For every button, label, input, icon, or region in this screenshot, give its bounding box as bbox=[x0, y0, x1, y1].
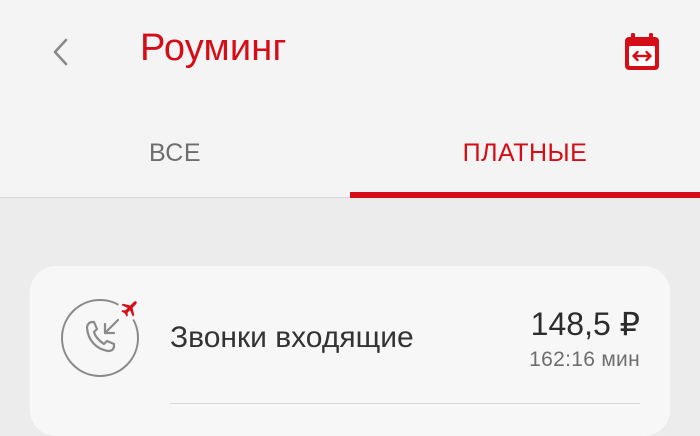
back-button[interactable] bbox=[38, 28, 82, 76]
card-divider bbox=[170, 403, 640, 404]
app-header: Роуминг bbox=[0, 0, 700, 108]
calendar-icon bbox=[625, 33, 659, 70]
service-amount: 148,5 ₽ bbox=[530, 306, 640, 342]
tab-paid[interactable]: ПЛАТНЫЕ bbox=[350, 108, 700, 197]
calendar-button[interactable] bbox=[620, 30, 664, 74]
active-tab-indicator bbox=[350, 192, 700, 198]
tab-all[interactable]: ВСЕ bbox=[0, 108, 350, 197]
chevron-left-icon bbox=[53, 38, 68, 66]
service-card: Звонки входящие 148,5 ₽ 162:16 мин bbox=[30, 266, 670, 436]
tab-bar: ВСЕ ПЛАТНЫЕ bbox=[0, 108, 700, 198]
service-duration: 162:16 мин bbox=[529, 348, 640, 371]
incoming-call-roaming-icon bbox=[60, 294, 144, 378]
page-title: Роуминг bbox=[140, 27, 287, 69]
service-name: Звонки входящие bbox=[170, 321, 414, 354]
